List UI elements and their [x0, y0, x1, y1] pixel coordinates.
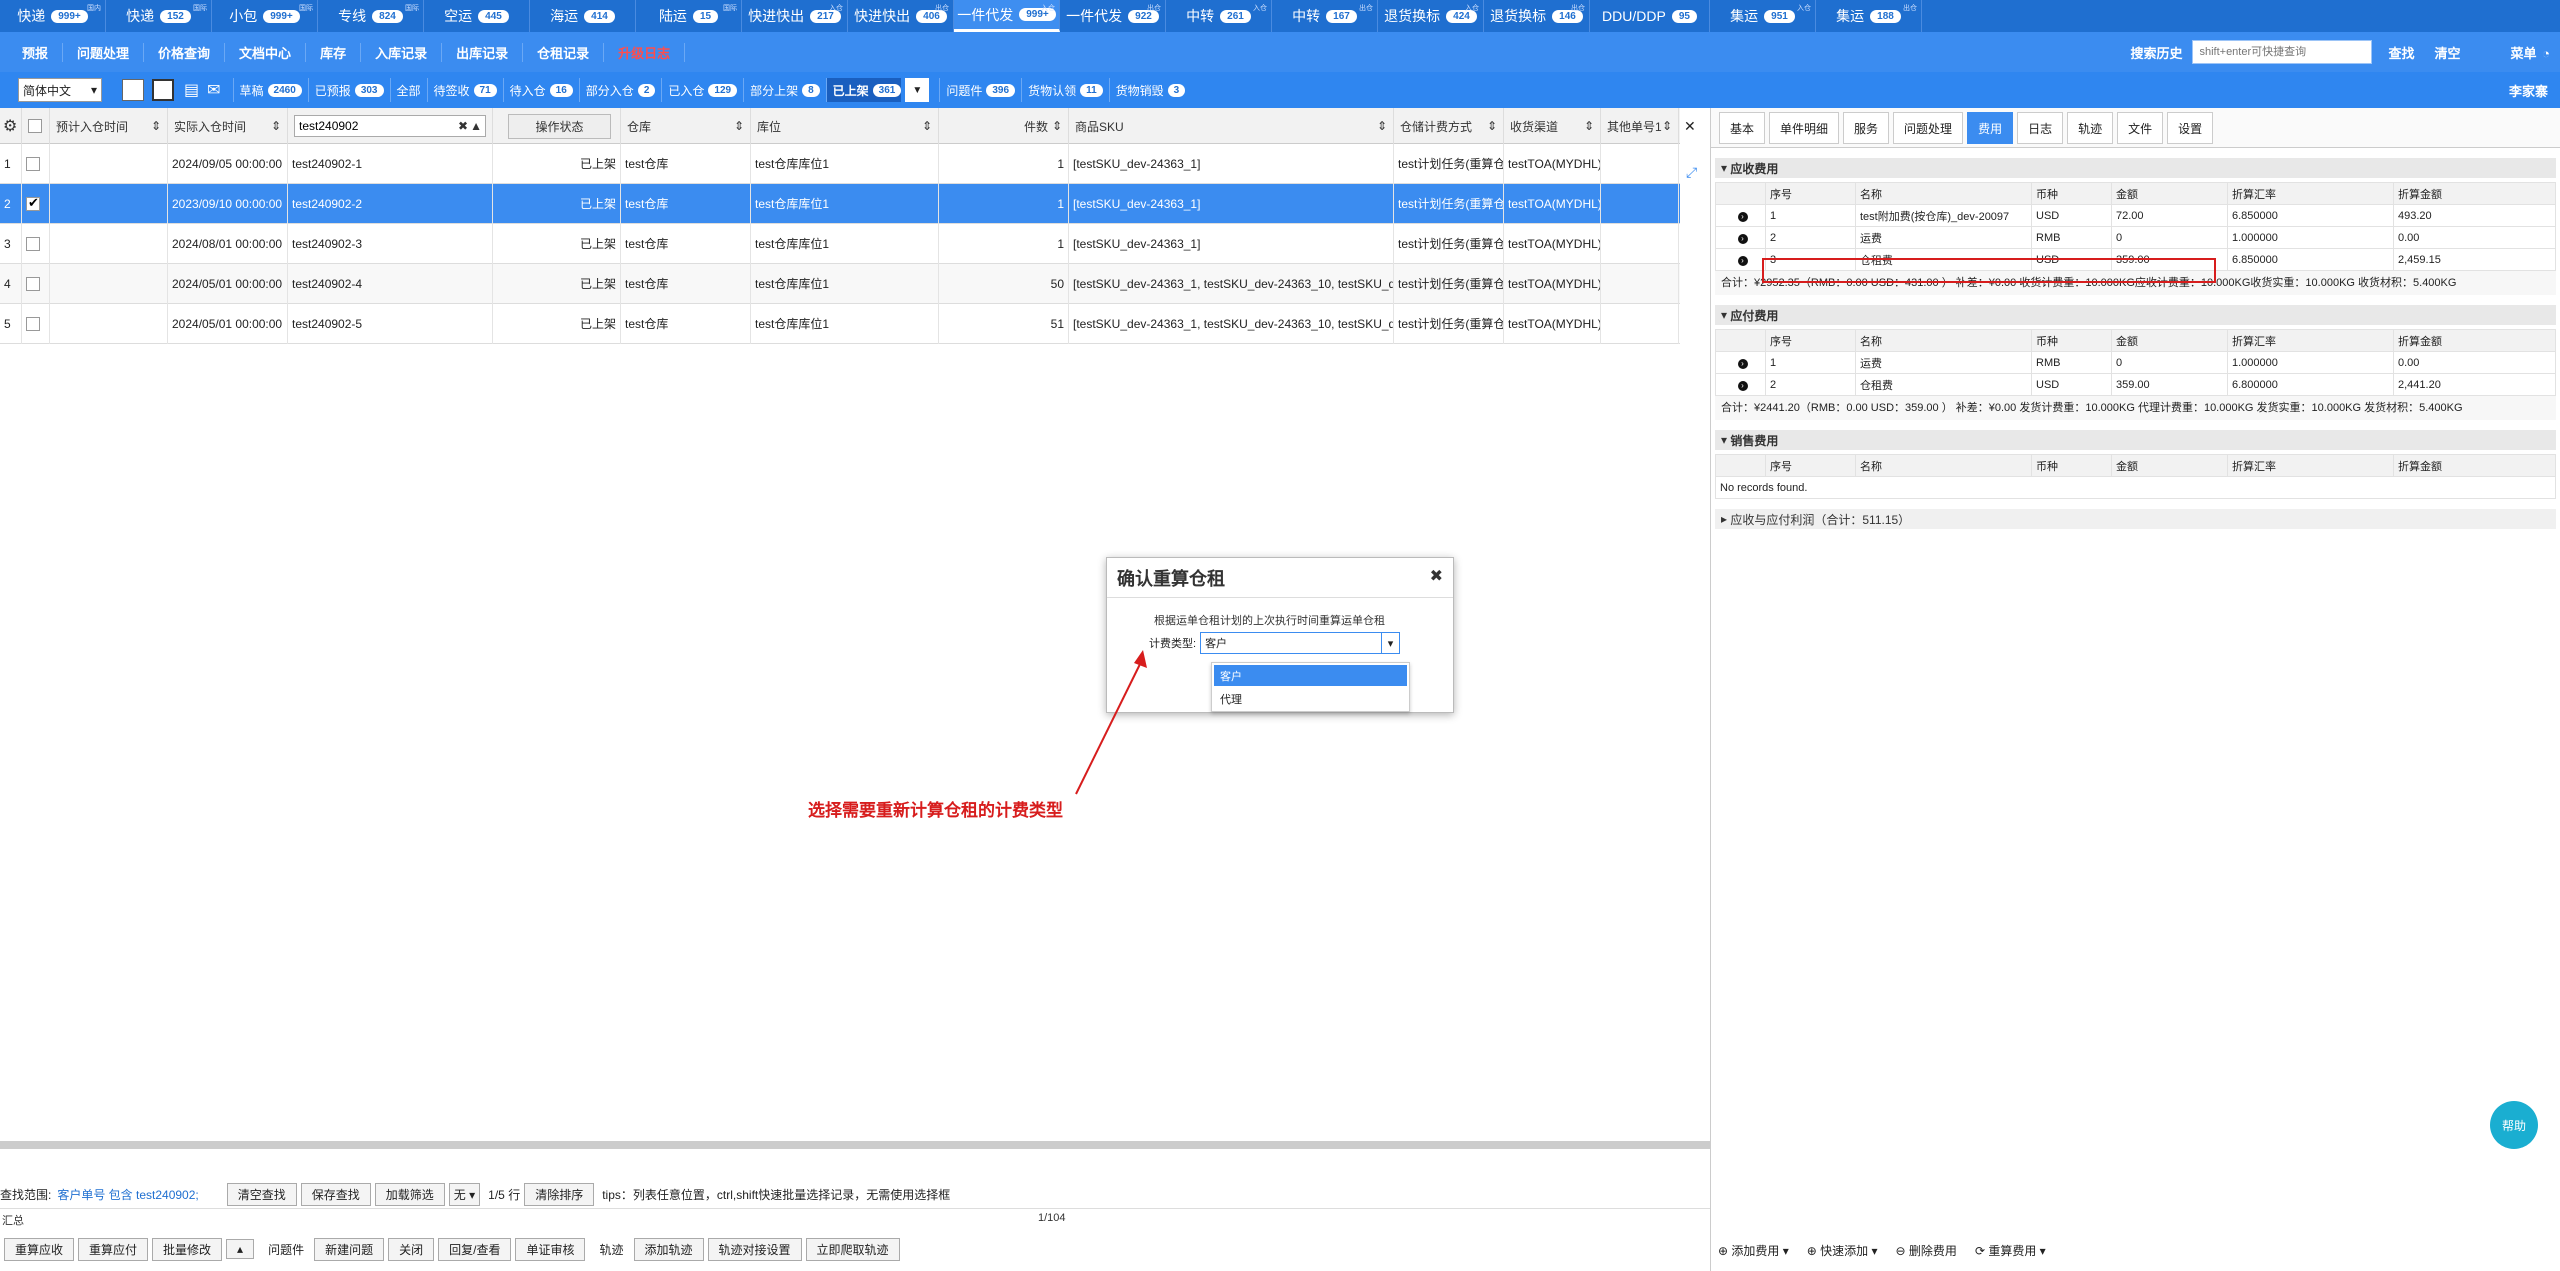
fee-action-bar: ⊕ 添加费用 ▾ ⊕ 快速添加 ▾ ⊖ 删除费用 ⟳ 重算费用 ▾ — [1718, 1236, 2560, 1264]
clear-search-button[interactable]: 清空查找 — [226, 1182, 297, 1206]
summary-bar: 汇总 1/104 — [0, 1208, 1710, 1228]
annotation-arrow — [1075, 650, 1147, 795]
chevron-down-icon: ▾ — [1868, 1243, 1878, 1258]
plus-icon: ⊕ — [1806, 1243, 1821, 1258]
action-button[interactable]: 轨迹 — [599, 1241, 623, 1258]
action-button[interactable]: 添加轨迹 — [633, 1237, 704, 1261]
tips-text: tips：列表任意位置，ctrl,shift快速批量选择记录，无需使用选择框 — [602, 1187, 951, 1202]
load-filter-button[interactable]: 加载筛选 — [374, 1182, 445, 1206]
fee-action-label: 删除费用 — [1908, 1243, 1957, 1258]
fee-action-label: 快速添加 — [1820, 1243, 1869, 1258]
row-count: 1/5 行 — [488, 1187, 521, 1202]
filter-select-value: 无 — [453, 1187, 466, 1202]
plus-icon: ⟳ — [1974, 1243, 1989, 1258]
action-button[interactable]: 轨迹对接设置 — [707, 1237, 802, 1261]
action-button[interactable]: 重算应收 — [4, 1237, 75, 1261]
more-dropdown[interactable]: ▴ — [226, 1239, 255, 1259]
action-button[interactable]: 回复/查看 — [438, 1237, 512, 1261]
scope-label: 查找范围: — [0, 1187, 52, 1202]
scope-value: 客户单号 包含 test240902; — [57, 1187, 199, 1202]
help-button[interactable]: 帮助 — [2490, 1101, 2538, 1149]
fee-action-label: 重算费用 — [1988, 1243, 2037, 1258]
annotation-text: 选择需要重新计算仓租的计费类型 — [808, 801, 1063, 820]
minus-icon: ⊖ — [1895, 1243, 1909, 1258]
save-search-button[interactable]: 保存查找 — [300, 1182, 371, 1206]
fee-action-label: 添加费用 — [1731, 1243, 1780, 1258]
fee-action[interactable]: ⊕ 快速添加 ▾ — [1807, 1242, 1878, 1259]
filter-select[interactable]: 无 ▾ — [448, 1182, 481, 1206]
fee-action[interactable]: ⊕ 添加费用 ▾ — [1718, 1242, 1789, 1259]
chevron-down-icon: ▾ — [469, 1187, 476, 1202]
action-button[interactable]: 关闭 — [388, 1237, 435, 1261]
action-button[interactable]: 重算应付 — [78, 1237, 149, 1261]
chevron-down-icon: ▾ — [1779, 1243, 1789, 1258]
fee-action[interactable]: ⟳ 重算费用 ▾ — [1975, 1242, 2046, 1259]
plus-icon: ⊕ — [1718, 1243, 1732, 1258]
clear-sort-button[interactable]: 清除排序 — [524, 1182, 595, 1206]
action-bar: 重算应收 重算应付 批量修改 ▴ 问题件 新建问题 关闭 回复/查看 单证审核 轨迹 添加轨迹 轨迹对… — [0, 1234, 1710, 1264]
search-scope-bar: 查找范围: 客户单号 包含 test240902; 清空查找 保存查找 加载筛选… — [0, 1182, 1710, 1206]
action-button[interactable]: 问题件 — [268, 1241, 304, 1258]
page-indicator: 1/104 — [1038, 1212, 1066, 1224]
action-button[interactable]: 批量修改 — [152, 1237, 223, 1261]
summary-label: 汇总 — [2, 1215, 24, 1227]
chevron-down-icon: ▾ — [2036, 1243, 2046, 1258]
action-button[interactable]: 新建问题 — [314, 1237, 385, 1261]
fee-action[interactable]: ⊖ 删除费用 — [1896, 1242, 1957, 1259]
action-button[interactable]: 立即爬取轨迹 — [805, 1237, 900, 1261]
action-button[interactable]: 单证审核 — [515, 1237, 586, 1261]
